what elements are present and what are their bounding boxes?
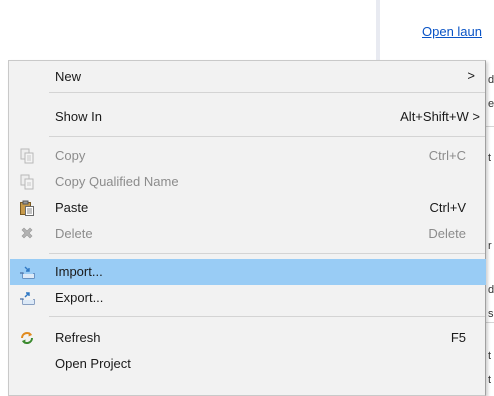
context-menu: New > Show In Alt+Shift+W > Copy Ctrl+C — [8, 60, 486, 396]
menu-item-copy[interactable]: Copy Ctrl+C — [10, 143, 486, 169]
strip-glyph: r — [488, 240, 492, 252]
menu-item-label: Refresh — [55, 330, 101, 345]
copy-icon — [20, 148, 34, 164]
strip-glyph: s — [488, 308, 494, 320]
strip-glyph: t — [488, 152, 492, 164]
shortcut-text: Alt+Shift+W — [400, 109, 469, 124]
menu-item-label: Copy Qualified Name — [55, 174, 179, 189]
strip-glyph: t — [488, 350, 492, 362]
menu-item-copy-qualified-name[interactable]: Copy Qualified Name — [10, 169, 486, 195]
menu-separator — [49, 136, 485, 137]
menu-item-label: New — [55, 69, 82, 84]
delete-icon — [21, 227, 33, 239]
paste-icon — [20, 200, 34, 216]
menu-item-label: Import... — [55, 264, 103, 279]
strip-glyph: d — [488, 74, 494, 86]
menu-item-new[interactable]: New > — [10, 64, 486, 90]
export-icon — [20, 292, 35, 305]
menu-item-refresh[interactable]: Refresh F5 — [10, 325, 486, 351]
strip-glyph: e — [488, 98, 494, 110]
background-editor-strip: d e t r d s t t — [486, 60, 494, 396]
menu-item-label: Delete — [55, 226, 93, 241]
menu-item-label: Open Project — [55, 356, 131, 371]
menu-item-shortcut: Delete — [428, 226, 466, 241]
menu-item-label: Copy — [55, 148, 86, 163]
menu-item-paste[interactable]: Paste Ctrl+V — [10, 195, 486, 221]
strip-glyph: d — [488, 284, 494, 296]
refresh-icon — [21, 332, 33, 344]
workbench: Open laun d e t r d s t t New > Show In … — [0, 0, 494, 396]
menu-item-shortcut: Alt+Shift+W > — [400, 109, 480, 124]
editor-divider — [376, 0, 380, 64]
menu-item-shortcut: Ctrl+V — [429, 200, 466, 215]
menu-item-export[interactable]: Export... — [10, 285, 486, 311]
menu-item-shortcut: Ctrl+C — [428, 148, 466, 163]
menu-item-label: Paste — [55, 200, 89, 215]
open-launch-link[interactable]: Open laun — [422, 24, 482, 39]
menu-item-show-in[interactable]: Show In Alt+Shift+W > — [10, 104, 486, 130]
menu-separator — [49, 316, 485, 317]
copy-qualified-name-icon — [20, 174, 34, 190]
import-icon — [20, 266, 35, 279]
submenu-arrow-icon: > — [472, 109, 480, 124]
menu-separator — [49, 253, 485, 254]
menu-item-label: Export... — [55, 290, 104, 305]
menu-item-shortcut: F5 — [450, 330, 466, 345]
submenu-arrow-icon: > — [467, 68, 475, 83]
menu-separator — [49, 92, 485, 93]
menu-item-label: Show In — [55, 109, 102, 124]
strip-separator — [486, 322, 494, 323]
strip-glyph: t — [488, 374, 492, 386]
strip-separator — [486, 126, 494, 127]
menu-item-delete[interactable]: Delete Delete — [10, 221, 486, 247]
menu-item-import[interactable]: Import... — [10, 259, 486, 285]
menu-item-open-project[interactable]: Open Project — [10, 351, 486, 377]
